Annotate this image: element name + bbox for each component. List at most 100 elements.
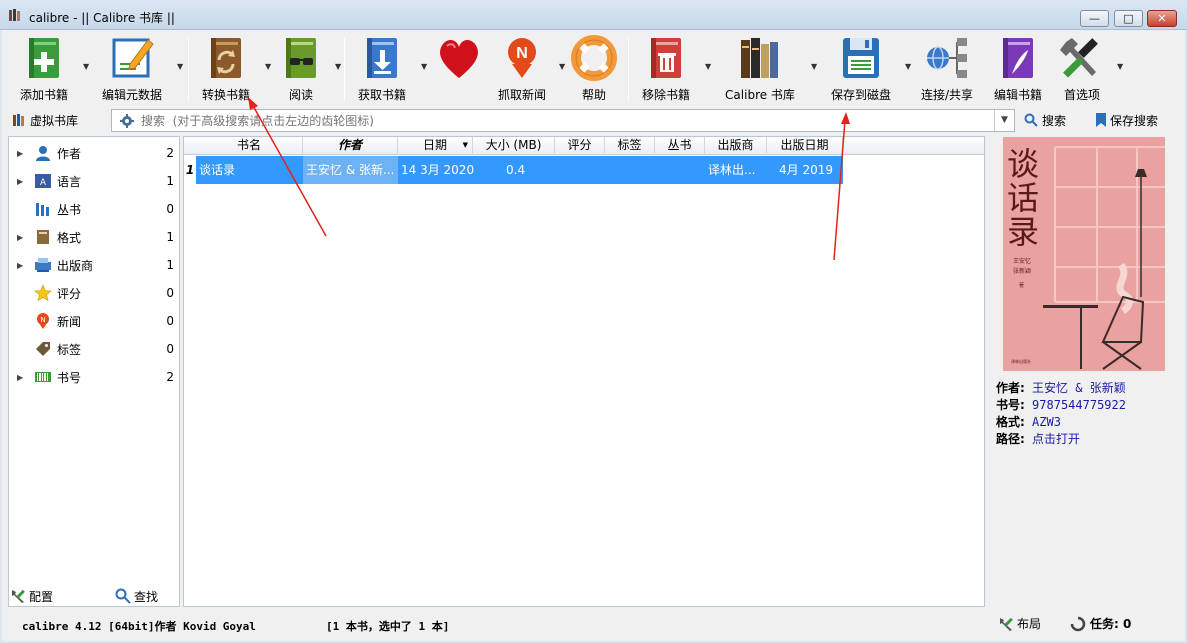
edit-book-quill-icon <box>1003 38 1033 78</box>
tag-category-languages[interactable]: ▶ A 语言 1 <box>9 167 179 195</box>
lifebuoy-help-icon <box>571 35 617 81</box>
tag-category-rating[interactable]: 评分 0 <box>9 279 179 307</box>
get-books-button[interactable]: 获取书籍 <box>352 32 412 104</box>
find-in-tag-browser-button[interactable]: 查找 <box>115 585 158 607</box>
cell-author[interactable]: 王安忆 & 张新... <box>303 156 398 184</box>
column-header-rating[interactable]: 评分 <box>555 137 605 155</box>
search-input[interactable] <box>141 112 991 129</box>
cell-date[interactable]: 14 3月 2020 <box>401 156 481 184</box>
cover-title-char: 录 <box>1007 213 1039 251</box>
book-cover[interactable]: 谈 话 录 王安忆 张新颖 著 译林出版社 <box>1003 137 1165 371</box>
cover-publisher: 译林出版社 <box>1011 358 1031 364</box>
expand-arrow-icon[interactable]: ▶ <box>17 177 23 186</box>
remove-books-button[interactable]: 移除书籍 <box>634 32 698 104</box>
tag-category-publishers[interactable]: ▶ 出版商 1 <box>9 251 179 279</box>
calibre-library-button[interactable]: Calibre 书库 <box>720 32 800 104</box>
column-header-title[interactable]: 书名 <box>196 137 303 155</box>
detail-author-line: 作者: 王安忆 & 张新颖 <box>996 380 1181 397</box>
configure-tag-browser-button[interactable]: 配置 <box>10 585 53 607</box>
column-header-series[interactable]: 丛书 <box>655 137 705 155</box>
tag-category-news[interactable]: N 新闻 0 <box>9 307 179 335</box>
view-book-button[interactable]: 阅读 <box>274 32 328 104</box>
dropdown-arrow-icon: ▼ <box>905 62 912 71</box>
edit-metadata-button[interactable]: 编辑元数据 <box>100 32 164 104</box>
detail-format-link[interactable]: AZW3 <box>1032 415 1061 429</box>
selection-count-text: [1 本书，选中了 1 本] <box>326 620 450 633</box>
expand-arrow-icon[interactable]: ▶ <box>17 261 23 270</box>
get-books-dropdown[interactable]: ▼ <box>416 32 427 104</box>
column-header-publisher[interactable]: 出版商 <box>705 137 767 155</box>
edit-metadata-icon <box>112 38 154 78</box>
cover-author-2: 张新颖 <box>1013 267 1031 275</box>
dropdown-arrow-icon: ▼ <box>83 62 90 71</box>
cell-series[interactable] <box>655 156 705 184</box>
calibre-app-icon <box>9 9 20 21</box>
tag-category-identifiers[interactable]: ▶ 书号 2 <box>9 363 179 391</box>
detail-author-link[interactable]: 王安忆 & 张新颖 <box>1032 381 1126 395</box>
column-header-size[interactable]: 大小 (MB) <box>473 137 555 155</box>
cell-publisher[interactable]: 译林出... <box>708 156 768 184</box>
layout-button[interactable]: 布局 <box>998 615 1041 632</box>
cell-rating[interactable] <box>555 156 605 184</box>
cover-image: 谈 话 录 王安忆 张新颖 著 译林出版社 <box>1003 137 1165 371</box>
tag-category-formats[interactable]: ▶ 格式 1 <box>9 223 179 251</box>
book-list: 书名 作者 日期 ▼ 大小 (MB) 评分 标签 丛书 出版商 出版日期 1 谈… <box>183 136 985 607</box>
detail-path-line: 路径: 点击打开 <box>996 431 1181 448</box>
gear-icon[interactable] <box>120 114 134 128</box>
search-icon <box>115 588 131 604</box>
heart-icon <box>440 40 478 78</box>
book-row-cells[interactable]: 谈话录 王安忆 & 张新... 14 3月 2020 0.4 译林出... 4月… <box>196 156 843 184</box>
column-header-pubdate[interactable]: 出版日期 <box>767 137 843 155</box>
star-icon <box>34 284 52 302</box>
column-header-date[interactable]: 日期 ▼ <box>398 137 473 155</box>
cell-title[interactable]: 谈话录 <box>199 156 303 184</box>
detail-format-label: 格式: <box>996 415 1025 429</box>
tag-category-tags[interactable]: 标签 0 <box>9 335 179 363</box>
search-button[interactable]: 搜索 <box>1024 110 1066 130</box>
tag-category-series[interactable]: 丛书 0 <box>9 195 179 223</box>
search-icon <box>1024 113 1038 127</box>
tools-icon <box>1000 617 1013 631</box>
tools-wrench-screwdriver-icon <box>1060 38 1098 78</box>
book-row[interactable]: 1 谈话录 王安忆 & 张新... 14 3月 2020 0.4 译林出... … <box>184 156 984 184</box>
maximize-button[interactable]: □ <box>1114 10 1143 27</box>
search-bar-row: 虚拟书库 ▼ 搜索 保存搜索 <box>2 106 1185 134</box>
detail-format-line: 格式: AZW3 <box>996 414 1181 431</box>
barcode-icon <box>35 372 51 382</box>
column-header-tags[interactable]: 标签 <box>605 137 655 155</box>
add-book-icon <box>29 38 59 78</box>
convert-books-button[interactable]: 转换书籍 <box>194 32 258 104</box>
fetch-news-button[interactable]: N 抓取新闻 <box>492 32 552 104</box>
tag-category-authors[interactable]: ▶ 作者 2 <box>9 139 179 167</box>
detail-author-label: 作者: <box>996 381 1025 395</box>
preferences-button[interactable]: 首选项 <box>1054 32 1110 104</box>
close-button[interactable]: ✕ <box>1147 10 1177 27</box>
expand-arrow-icon[interactable]: ▶ <box>17 233 23 242</box>
search-box[interactable]: ▼ <box>111 109 1015 132</box>
add-books-button[interactable]: 添加书籍 <box>12 32 76 104</box>
expand-arrow-icon[interactable]: ▶ <box>17 373 23 382</box>
help-button[interactable]: 帮助 <box>568 32 620 104</box>
book-details-panel: 作者: 王安忆 & 张新颖 书号: 9787544775922 格式: AZW3… <box>996 380 1181 448</box>
minimize-button[interactable]: — <box>1080 10 1109 27</box>
save-to-disk-button[interactable]: 保存到磁盘 <box>828 32 894 104</box>
cell-tags[interactable] <box>605 156 655 184</box>
virtual-library-button[interactable]: 虚拟书库 <box>12 110 78 130</box>
cell-size[interactable]: 0.4 <box>506 156 556 184</box>
cell-pubdate[interactable]: 4月 2019 <box>779 156 843 184</box>
cover-author-suffix: 著 <box>1019 282 1024 289</box>
network-globe-icon <box>927 38 967 78</box>
search-history-dropdown[interactable]: ▼ <box>994 110 1014 131</box>
convert-book-icon <box>211 38 241 78</box>
save-search-button[interactable]: 保存搜索 <box>1096 110 1158 130</box>
news-icon: N <box>37 313 49 329</box>
dropdown-arrow-icon: ▼ <box>559 62 566 71</box>
preferences-dropdown[interactable]: ▼ <box>1112 32 1123 104</box>
status-bar: calibre 4.12 [64bit]作者 Kovid Goyal [1 本书… <box>2 610 1185 641</box>
detail-isbn-link[interactable]: 9787544775922 <box>1032 398 1126 412</box>
detail-path-link[interactable]: 点击打开 <box>1032 432 1080 446</box>
jobs-indicator[interactable]: 任务: 0 <box>1070 615 1131 632</box>
column-header-author[interactable]: 作者 <box>303 137 398 155</box>
expand-arrow-icon[interactable]: ▶ <box>17 149 23 158</box>
book-format-icon <box>37 230 49 244</box>
